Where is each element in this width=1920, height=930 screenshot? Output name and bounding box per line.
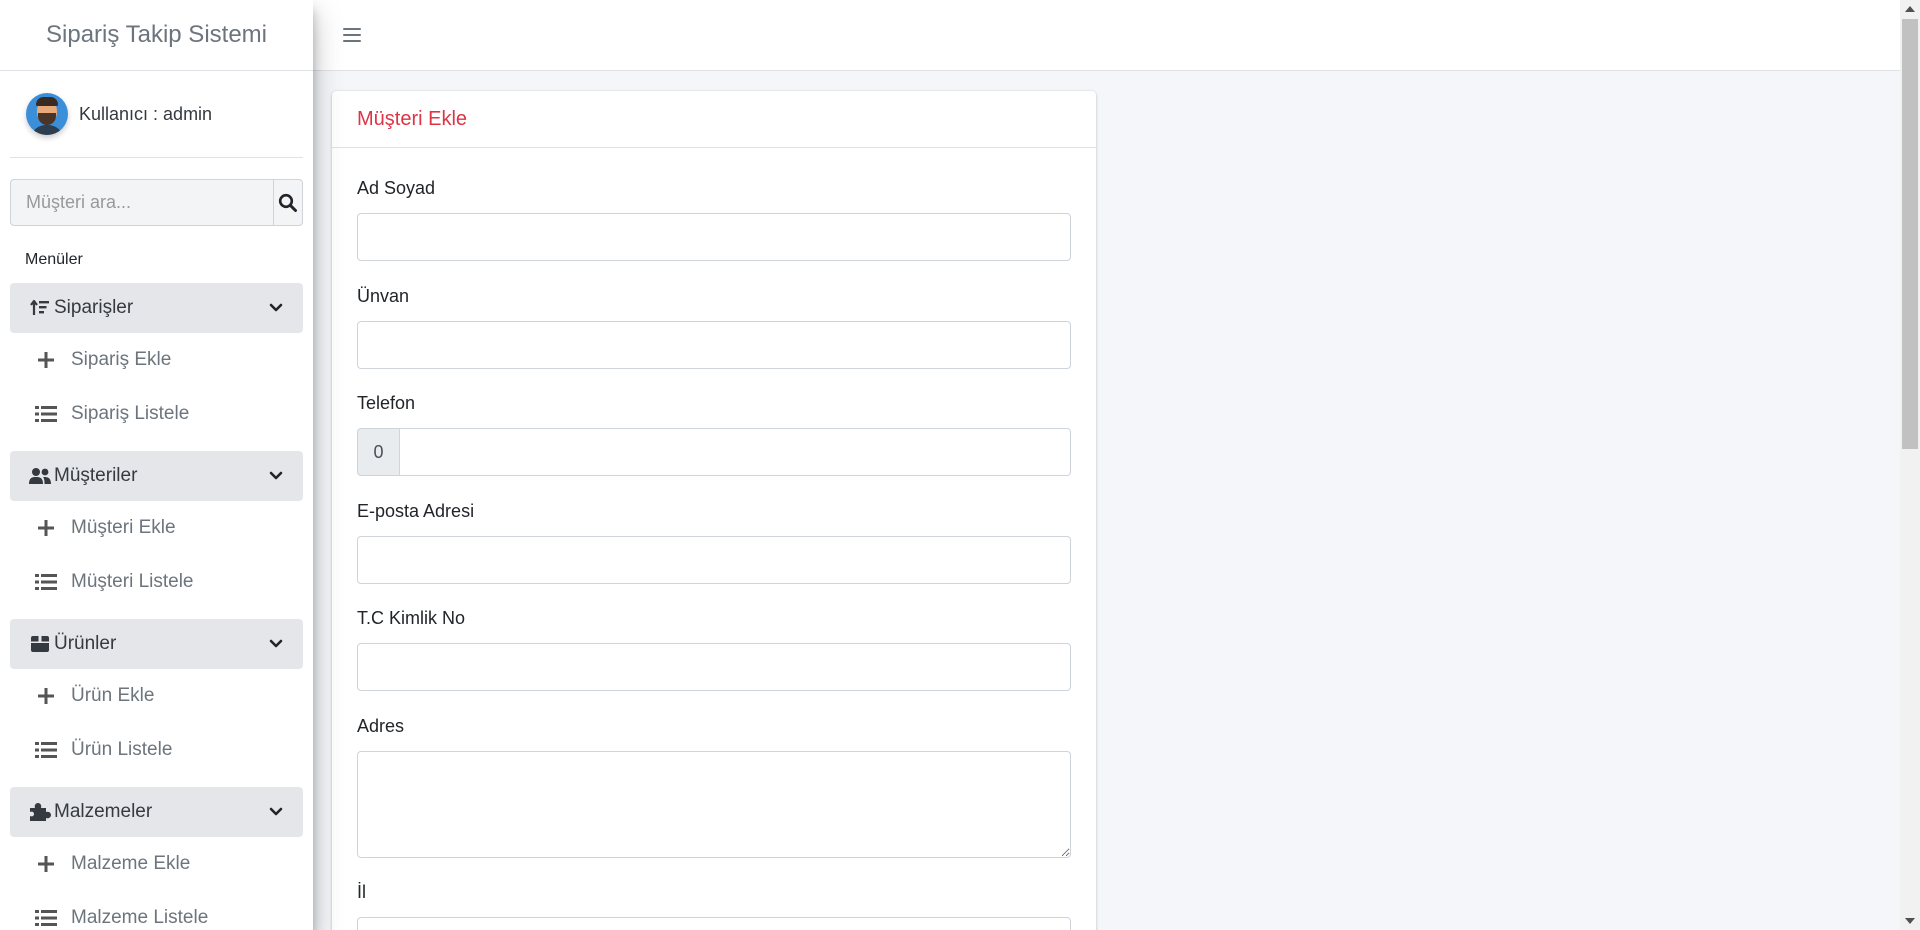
user-label[interactable]: Kullanıcı : admin [79, 104, 212, 125]
nav-header: Menüler [25, 251, 83, 268]
nav-item-label: Müşteri Ekle [71, 517, 176, 538]
brand-title[interactable]: Sipariş Takip Sistemi [0, 0, 313, 71]
nav-group-label: Ürünler [54, 633, 117, 654]
plus-icon [34, 517, 58, 539]
nav-group-label: Müşteriler [54, 465, 138, 486]
nav-item-label: Müşteri Listele [71, 571, 194, 592]
nav-item-malzeme-ekle[interactable]: Malzeme Ekle [0, 837, 313, 891]
puzzle-icon [29, 802, 51, 822]
plus-icon [34, 853, 58, 875]
list-icon [34, 571, 58, 593]
telefon-input[interactable] [399, 428, 1071, 476]
top-navbar [313, 0, 1900, 71]
nav-item-urun-ekle[interactable]: Ürün Ekle [0, 669, 313, 723]
chevron-down-icon [269, 639, 283, 648]
nav-item-label: Malzeme Listele [71, 907, 209, 928]
search-button[interactable] [273, 179, 303, 226]
tc-kimlik-label: T.C Kimlik No [357, 608, 466, 628]
telefon-label: Telefon [357, 393, 416, 413]
nav-group-label: Siparişler [54, 297, 134, 318]
list-icon [34, 403, 58, 425]
chevron-down-icon [269, 303, 283, 312]
customer-add-card: Müşteri Ekle Ad Soyad Ünvan Telefon 0 E-… [332, 91, 1096, 930]
user-avatar[interactable] [26, 93, 68, 135]
tc-kimlik-input[interactable] [357, 643, 1071, 691]
scrollbar-thumb[interactable] [1902, 19, 1918, 449]
ad-soyad-label: Ad Soyad [357, 178, 436, 198]
adres-textarea[interactable] [357, 751, 1071, 858]
chevron-down-icon [269, 471, 283, 480]
nav-item-label: Ürün Ekle [71, 685, 155, 706]
nav-item-musteri-ekle[interactable]: Müşteri Ekle [0, 501, 313, 555]
nav-item-label: Malzeme Ekle [71, 853, 191, 874]
sidebar-search [10, 179, 303, 226]
nav-item-label: Sipariş Ekle [71, 349, 172, 370]
box-icon [29, 634, 51, 654]
nav-group-musteriler[interactable]: Müşteriler [10, 451, 303, 501]
ad-soyad-input[interactable] [357, 213, 1071, 261]
adres-label: Adres [357, 716, 405, 736]
sidebar: Sipariş Takip Sistemi Kullanıcı : admin … [0, 0, 313, 930]
chevron-down-icon [269, 807, 283, 816]
nav-item-siparis-ekle[interactable]: Sipariş Ekle [0, 333, 313, 387]
nav-group-malzemeler[interactable]: Malzemeler [10, 787, 303, 837]
plus-icon [34, 685, 58, 707]
il-label: İl [357, 882, 366, 902]
users-icon [29, 466, 51, 486]
page-scrollbar[interactable] [1900, 0, 1920, 930]
nav-item-urun-listele[interactable]: Ürün Listele [0, 723, 313, 777]
nav-group-label: Malzemeler [54, 801, 153, 822]
plus-icon [34, 349, 58, 371]
nav-item-siparis-listele[interactable]: Sipariş Listele [0, 387, 313, 441]
user-panel: Kullanıcı : admin [10, 71, 303, 158]
eposta-input[interactable] [357, 536, 1071, 584]
unvan-label: Ünvan [357, 286, 410, 306]
scroll-up-icon[interactable] [1900, 0, 1920, 18]
nav-item-musteri-listele[interactable]: Müşteri Listele [0, 555, 313, 609]
nav-item-label: Ürün Listele [71, 739, 173, 760]
list-icon [34, 739, 58, 761]
nav-item-label: Sipariş Listele [71, 403, 190, 424]
scroll-down-icon[interactable] [1900, 912, 1920, 930]
telefon-input-group: 0 [357, 428, 1071, 476]
sort-amount-up-icon [29, 298, 51, 318]
nav-group-urunler[interactable]: Ürünler [10, 619, 303, 669]
list-icon [34, 907, 58, 929]
search-icon [278, 193, 297, 212]
menu-toggle-icon[interactable] [343, 25, 361, 45]
eposta-label: E-posta Adresi [357, 501, 475, 521]
nav-group-siparisler[interactable]: Siparişler [10, 283, 303, 333]
card-title: Müşteri Ekle [332, 91, 1096, 148]
customer-search-input[interactable] [10, 179, 273, 226]
il-select[interactable] [357, 917, 1071, 930]
unvan-input[interactable] [357, 321, 1071, 369]
telefon-prefix: 0 [357, 428, 399, 476]
nav-item-malzeme-listele[interactable]: Malzeme Listele [0, 891, 313, 930]
